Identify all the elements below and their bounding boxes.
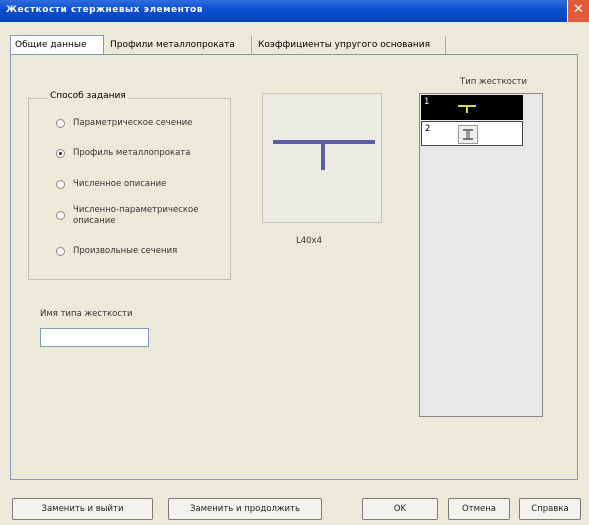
angle-profile-drawing [273, 140, 375, 170]
tab-general[interactable]: Общие данные [10, 35, 104, 55]
radio-rolled-profile[interactable]: Профиль металлопроката [56, 148, 233, 159]
radio-label: Профиль металлопроката [73, 148, 191, 158]
parametric-section-icon [458, 125, 478, 144]
radio-label: Численно-параметрическое описание [73, 205, 199, 226]
radio-arbitrary-sections[interactable]: Произвольные сечения [56, 246, 233, 257]
radio-button[interactable] [56, 211, 65, 220]
radio-label: Параметрическое сечение [73, 118, 193, 128]
stiffness-type-row[interactable]: 2 [421, 121, 523, 146]
title-bar[interactable]: Жесткости стержневых элементов ✕ [0, 0, 589, 22]
stiffness-type-row-selected[interactable]: 1 [421, 95, 523, 120]
radio-button[interactable] [56, 119, 65, 128]
radio-button[interactable] [56, 247, 65, 256]
radio-numeric-parametric[interactable]: Численно-параметрическое описание [56, 205, 213, 227]
radio-label: Произвольные сечения [73, 246, 178, 256]
radio-parametric-section[interactable]: Параметрическое сечение [56, 118, 233, 129]
stiffness-type-header: Тип жесткости [460, 77, 527, 87]
window-title: Жесткости стержневых элементов [6, 5, 203, 15]
close-button[interactable]: ✕ [567, 0, 589, 22]
group-title: Способ задания [48, 91, 128, 101]
radio-button[interactable] [56, 180, 65, 189]
radio-button-checked[interactable] [56, 149, 65, 158]
row-number: 1 [424, 97, 430, 107]
profile-name: L40x4 [296, 236, 322, 246]
stiffness-type-list[interactable]: 1 2 [419, 93, 543, 417]
close-icon: ✕ [573, 2, 584, 17]
stiffness-name-label: Имя типа жесткости [40, 309, 133, 319]
section-preview [262, 93, 382, 223]
stiffness-dialog: Жесткости стержневых элементов ✕ Общие д… [0, 0, 589, 525]
stiffness-name-input[interactable] [40, 328, 149, 347]
radio-numeric-description[interactable]: Численное описание [56, 179, 233, 190]
ok-button[interactable]: OK [362, 498, 438, 520]
tab-rolled-profiles[interactable]: Профили металлопроката [106, 36, 252, 54]
replace-and-exit-button[interactable]: Заменить и выйти [12, 498, 153, 520]
angle-profile-icon [455, 98, 479, 117]
radio-label: Численное описание [73, 179, 167, 189]
help-button[interactable]: Справка [519, 498, 581, 520]
cancel-button[interactable]: Отмена [448, 498, 510, 520]
tab-elastic-foundation[interactable]: Коэффициенты упругого основания [254, 36, 446, 54]
row-number: 2 [425, 124, 431, 134]
replace-and-continue-button[interactable]: Заменить и продолжить [168, 498, 322, 520]
